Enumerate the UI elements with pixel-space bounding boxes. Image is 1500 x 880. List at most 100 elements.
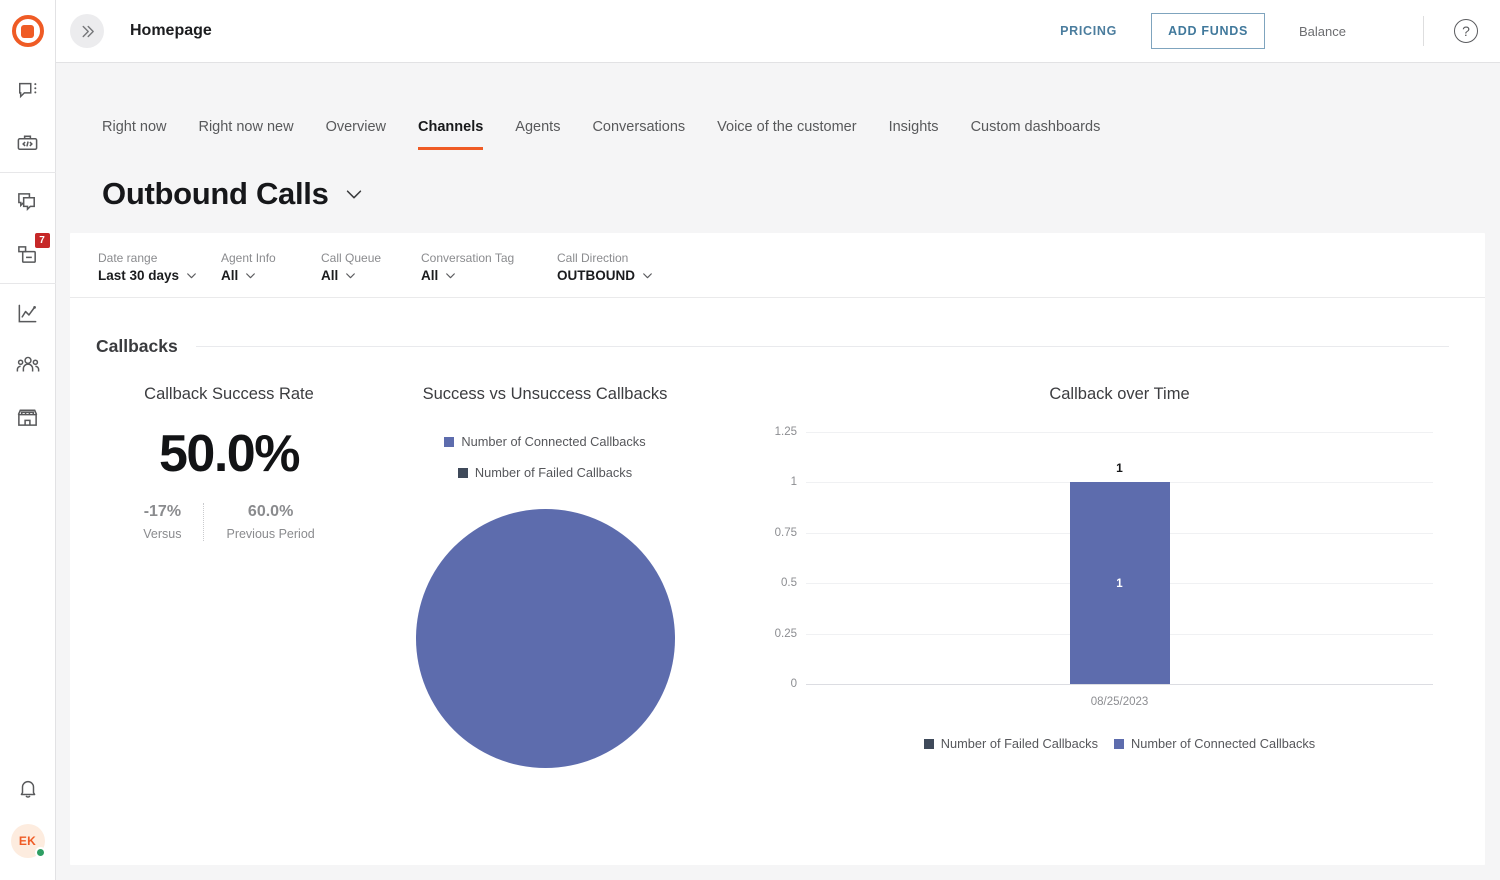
legend-label-failed: Number of Failed Callbacks: [474, 465, 633, 480]
filter-date-range[interactable]: Date range Last 30 days: [98, 251, 211, 283]
filter-agent-info-value-row[interactable]: All: [221, 268, 311, 283]
filter-conversation-tag-value-row[interactable]: All: [421, 268, 547, 283]
y-axis-tick: 1: [790, 476, 797, 489]
kpi-delta-col: -17% Versus: [121, 503, 203, 541]
legend-swatch-failed: [457, 467, 468, 478]
notification-bell-icon[interactable]: [13, 774, 43, 804]
widgets-row: Callback Success Rate 50.0% -17% Versus …: [70, 357, 1485, 768]
kpi-comparison: -17% Versus 60.0% Previous Period: [88, 503, 370, 541]
toolbar-divider: [1423, 16, 1424, 46]
legend-item-connected[interactable]: Number of Connected Callbacks: [444, 434, 646, 449]
y-axis-tick: 0.5: [781, 577, 797, 590]
sidebar-group-1: [0, 62, 56, 172]
filter-conversation-tag-value: All: [421, 268, 439, 283]
sidebar-bottom: EK: [10, 774, 46, 880]
pie-chart-title: Success vs Unsuccess Callbacks: [422, 385, 668, 403]
y-axis-tick: 0.75: [774, 526, 797, 539]
legend-label-failed: Number of Failed Callbacks: [940, 736, 1098, 751]
filter-call-direction-value-row[interactable]: OUTBOUND: [557, 268, 654, 283]
inbox-badge-count: 7: [34, 233, 50, 248]
kpi-value: 50.0%: [159, 425, 300, 483]
section-title: Callbacks: [96, 336, 178, 356]
copy-conversations-icon[interactable]: [13, 187, 43, 217]
avatar[interactable]: EK: [10, 824, 46, 858]
filter-call-queue-label: Call Queue: [321, 251, 382, 265]
y-axis-tick: 0.25: [774, 627, 797, 640]
legend-swatch-connected: [1113, 738, 1124, 749]
tab-conversations[interactable]: Conversations: [592, 119, 685, 150]
x-axis-tick: 08/25/2023: [1090, 696, 1149, 708]
question-circle-icon[interactable]: ?: [1454, 19, 1478, 43]
tab-agents[interactable]: Agents: [515, 119, 560, 150]
chevron-double-right-icon[interactable]: [70, 14, 104, 48]
chevron-down-icon: [185, 269, 198, 282]
filter-conversation-tag-label: Conversation Tag: [421, 251, 515, 265]
bar-connected-callbacks[interactable]: 1 1 08/25/2023: [1069, 461, 1170, 708]
top-bar-actions: PRICING ADD FUNDS Balance ?: [1052, 13, 1478, 49]
gridline-zero: 0: [791, 678, 1433, 690]
kpi-previous-col: 60.0% Previous Period: [203, 503, 336, 541]
y-axis-tick: 0: [790, 678, 797, 690]
dashboard-tabs: Right now Right now new Overview Channel…: [56, 63, 1500, 150]
sidebar-group-2: 7: [0, 172, 56, 283]
tab-insights[interactable]: Insights: [889, 119, 939, 150]
bar-value-label-inner: 1: [1116, 578, 1123, 591]
bar-value-label-top: 1: [1116, 461, 1123, 476]
kpi-delta-value: -17%: [143, 503, 182, 520]
legend-item-connected[interactable]: Number of Connected Callbacks: [1113, 736, 1316, 751]
legend-label-connected: Number of Connected Callbacks: [1130, 736, 1316, 751]
team-people-icon[interactable]: [13, 350, 43, 380]
page-title-row: Outbound Calls: [56, 150, 1500, 212]
filter-call-queue-value-row[interactable]: All: [321, 268, 411, 283]
breadcrumb: Homepage: [130, 22, 212, 39]
add-funds-button[interactable]: ADD FUNDS: [1151, 13, 1265, 49]
widget-callback-success-rate: Callback Success Rate 50.0% -17% Versus …: [70, 385, 370, 768]
filter-date-range-label: Date range: [98, 251, 158, 265]
legend-item-failed[interactable]: Number of Failed Callbacks: [457, 465, 633, 480]
filter-date-range-value-row[interactable]: Last 30 days: [98, 268, 211, 283]
y-axis-tick: 1.25: [774, 426, 797, 438]
left-sidebar: 7 EK: [0, 0, 56, 880]
chevron-down-icon: [244, 269, 257, 282]
kpi-title: Callback Success Rate: [144, 385, 314, 403]
widget-callback-over-time: Callback over Time 1.25 1 0.75 0.5 0.25 …: [720, 385, 1485, 768]
inbox-icon[interactable]: 7: [13, 233, 50, 269]
chevron-down-icon[interactable]: [343, 183, 365, 205]
presence-online-indicator: [34, 847, 46, 858]
filter-agent-info-value: All: [221, 268, 239, 283]
bar-chart-plot-area: 1.25 1 0.75 0.5 0.25 0 1 1 08/25/2023: [775, 426, 1433, 708]
filter-agent-info[interactable]: Agent Info All: [221, 251, 311, 283]
legend-item-failed[interactable]: Number of Failed Callbacks: [923, 736, 1098, 751]
bullseye-logo-icon: [11, 15, 44, 47]
toolbox-code-icon[interactable]: [13, 128, 43, 158]
filter-conversation-tag[interactable]: Conversation Tag All: [421, 251, 547, 283]
chat-menu-icon[interactable]: [13, 76, 43, 106]
tab-right-now[interactable]: Right now: [102, 119, 166, 150]
legend-swatch-failed: [923, 738, 934, 749]
tab-right-now-new[interactable]: Right now new: [198, 119, 293, 150]
chevron-down-icon: [444, 269, 457, 282]
sidebar-group-3: [0, 283, 56, 446]
tab-custom-dashboards[interactable]: Custom dashboards: [971, 119, 1101, 150]
pricing-link[interactable]: PRICING: [1052, 18, 1125, 44]
tab-overview[interactable]: Overview: [326, 119, 386, 150]
top-bar: Homepage PRICING ADD FUNDS Balance ?: [56, 0, 1500, 63]
main-content: Right now Right now new Overview Channel…: [56, 63, 1500, 880]
storefront-icon[interactable]: [13, 402, 43, 432]
kpi-delta-caption: Versus: [143, 527, 182, 541]
filter-call-queue[interactable]: Call Queue All: [321, 251, 411, 283]
filter-call-direction[interactable]: Call Direction OUTBOUND: [557, 251, 654, 283]
filter-call-direction-value: OUTBOUND: [557, 268, 635, 283]
pie-chart-legend: Number of Connected Callbacks Number of …: [370, 434, 720, 480]
app-logo[interactable]: [0, 0, 56, 62]
filter-agent-info-label: Agent Info: [221, 251, 276, 265]
filter-date-range-value: Last 30 days: [98, 268, 180, 283]
pie-chart-slice-connected[interactable]: [415, 509, 675, 768]
tab-voice-of-the-customer[interactable]: Voice of the customer: [717, 119, 856, 150]
widget-success-vs-unsuccess-callbacks: Success vs Unsuccess Callbacks Number of…: [370, 385, 720, 768]
analytics-chart-icon[interactable]: [13, 298, 43, 328]
filter-call-direction-label: Call Direction: [557, 251, 629, 265]
section-divider: [195, 346, 1449, 347]
tab-channels[interactable]: Channels: [418, 119, 484, 150]
dashboard-card: Date range Last 30 days Agent Info All C…: [70, 233, 1485, 865]
